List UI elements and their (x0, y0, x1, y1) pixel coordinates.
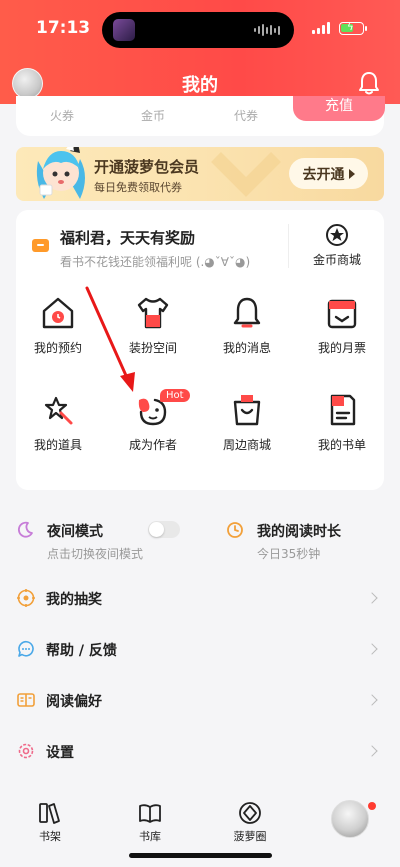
chevron-right-icon (366, 745, 378, 757)
moon-icon (17, 521, 33, 538)
notification-dot (368, 802, 376, 810)
home-clock-icon (42, 297, 74, 329)
grid-label: 装扮空间 (128, 341, 177, 355)
reading-time-title[interactable]: 我的阅读时长 (257, 521, 341, 541)
grid-label: 我的预约 (33, 341, 82, 355)
status-time: 17:13 (36, 18, 91, 38)
tab-label: 菠萝圈 (233, 830, 267, 843)
menu-item-reading-preference[interactable]: 阅读偏好 (16, 680, 384, 720)
coin-mall-label: 金币商城 (312, 253, 361, 267)
audio-wave-icon (254, 23, 280, 37)
notification-bell-icon[interactable] (357, 70, 381, 96)
wifi-icon (332, 21, 333, 22)
lottery-icon (17, 589, 35, 607)
reading-time-clock-icon (227, 522, 243, 538)
battery-icon: ϟ (339, 22, 364, 35)
chevron-right-icon (366, 592, 378, 604)
grid-become-author[interactable]: Hot 成为作者 (113, 389, 193, 472)
hot-badge: Hot (160, 389, 190, 402)
open-book-icon (139, 804, 161, 823)
home-indicator[interactable] (129, 853, 272, 858)
welfare-subtitle: 看书不花钱还能领福利呢 (.◕ˇ∀ˇ◕) (60, 255, 251, 269)
ticket-icon (327, 299, 357, 329)
status-bar: 17:13 ϟ (0, 0, 400, 58)
reading-preference-icon (17, 693, 35, 707)
grid-my-reservations[interactable]: 我的预约 (18, 295, 98, 375)
welfare-title[interactable]: 福利君，天天有奖励 (60, 227, 195, 248)
chevron-right-icon (366, 694, 378, 706)
shopping-bag-icon (233, 395, 261, 426)
grid-merch-store[interactable]: 周边商城 (207, 392, 287, 472)
night-mode-subtitle: 点击切换夜间模式 (47, 547, 144, 561)
menu-label: 帮助 / 反馈 (46, 643, 117, 659)
menu-label: 设置 (46, 745, 74, 761)
tab-profile-avatar[interactable] (331, 800, 369, 838)
cellular-signal-icon (312, 22, 330, 34)
grid-my-messages[interactable]: 我的消息 (207, 295, 287, 375)
wallet-card: 火券 金币 代券 充值 (16, 96, 385, 136)
grid-label: 周边商城 (222, 438, 271, 452)
menu-item-lottery[interactable]: 我的抽奖 (16, 578, 384, 618)
mascot-icon (36, 147, 85, 199)
divider (288, 224, 289, 268)
gold-coin-mall-button[interactable]: 金币商城 (306, 222, 368, 268)
welfare-icon (32, 239, 49, 252)
header-bar: 17:13 ϟ 我的 (0, 0, 400, 104)
vip-subtitle: 每日免费领取代券 (94, 181, 182, 194)
booklist-icon (330, 394, 356, 426)
menu-label: 阅读偏好 (46, 694, 102, 710)
tab-pineapple-circle[interactable]: 菠萝圈 (220, 800, 280, 844)
currency-voucher[interactable]: 代券 (234, 107, 258, 124)
chevron-right-icon (366, 643, 378, 655)
grid-label: 我的道具 (33, 438, 82, 452)
menu-item-help-feedback[interactable]: 帮助 / 反馈 (16, 629, 384, 669)
night-mode-title: 夜间模式 (47, 524, 103, 540)
activate-vip-label: 去开通 (302, 166, 345, 183)
grid-label: 我的月票 (317, 341, 366, 355)
tab-bookshelf[interactable]: 书架 (20, 800, 80, 844)
community-icon (239, 802, 261, 824)
grid-label: 我的书单 (317, 438, 366, 452)
vip-title: 开通菠萝包会员 (94, 158, 200, 176)
tab-label: 书库 (139, 830, 161, 843)
coin-mall-icon (326, 224, 348, 246)
dynamic-island[interactable] (102, 12, 294, 48)
recharge-button[interactable]: 充值 (293, 96, 385, 121)
grid-my-monthly-ticket[interactable]: 我的月票 (302, 295, 382, 375)
page-title: 我的 (182, 75, 218, 96)
settings-icon (18, 743, 34, 759)
help-icon (18, 641, 34, 657)
battery-tip (365, 26, 367, 31)
vip-banner[interactable]: 开通菠萝包会员 每日免费领取代券 去开通 (16, 147, 384, 201)
grid-label: 成为作者 (128, 438, 177, 452)
tshirt-icon (137, 297, 169, 329)
grid-label: 我的消息 (222, 341, 271, 355)
welfare-card: 福利君，天天有奖励 看书不花钱还能领福利呢 (.◕ˇ∀ˇ◕) 金币商城 我的预约… (16, 210, 384, 490)
currency-gold-coin[interactable]: 金币 (141, 107, 165, 124)
magic-wand-icon (44, 396, 73, 425)
currency-fire-ticket[interactable]: 火券 (50, 107, 74, 124)
play-arrow-icon (348, 168, 355, 179)
grid-my-items[interactable]: 我的道具 (18, 392, 98, 472)
now-playing-artwork (113, 19, 135, 41)
activate-vip-button[interactable]: 去开通 (289, 158, 368, 189)
tab-library[interactable]: 书库 (120, 800, 180, 844)
reading-time-value: 今日35秒钟 (257, 547, 321, 561)
night-mode-toggle[interactable] (148, 521, 180, 538)
grid-dress-up-space[interactable]: 装扮空间 (113, 295, 193, 375)
bell-icon (233, 297, 261, 328)
menu-label: 我的抽奖 (46, 592, 102, 608)
tab-label: 书架 (39, 830, 61, 843)
quick-settings-row: 夜间模式 点击切换夜间模式 我的阅读时长 今日35秒钟 (16, 514, 384, 566)
menu-item-settings[interactable]: 设置 (16, 731, 384, 771)
grid-my-booklist[interactable]: 我的书单 (302, 392, 382, 472)
bookshelf-icon (39, 803, 60, 824)
decorative-chevron-icon (211, 152, 281, 197)
